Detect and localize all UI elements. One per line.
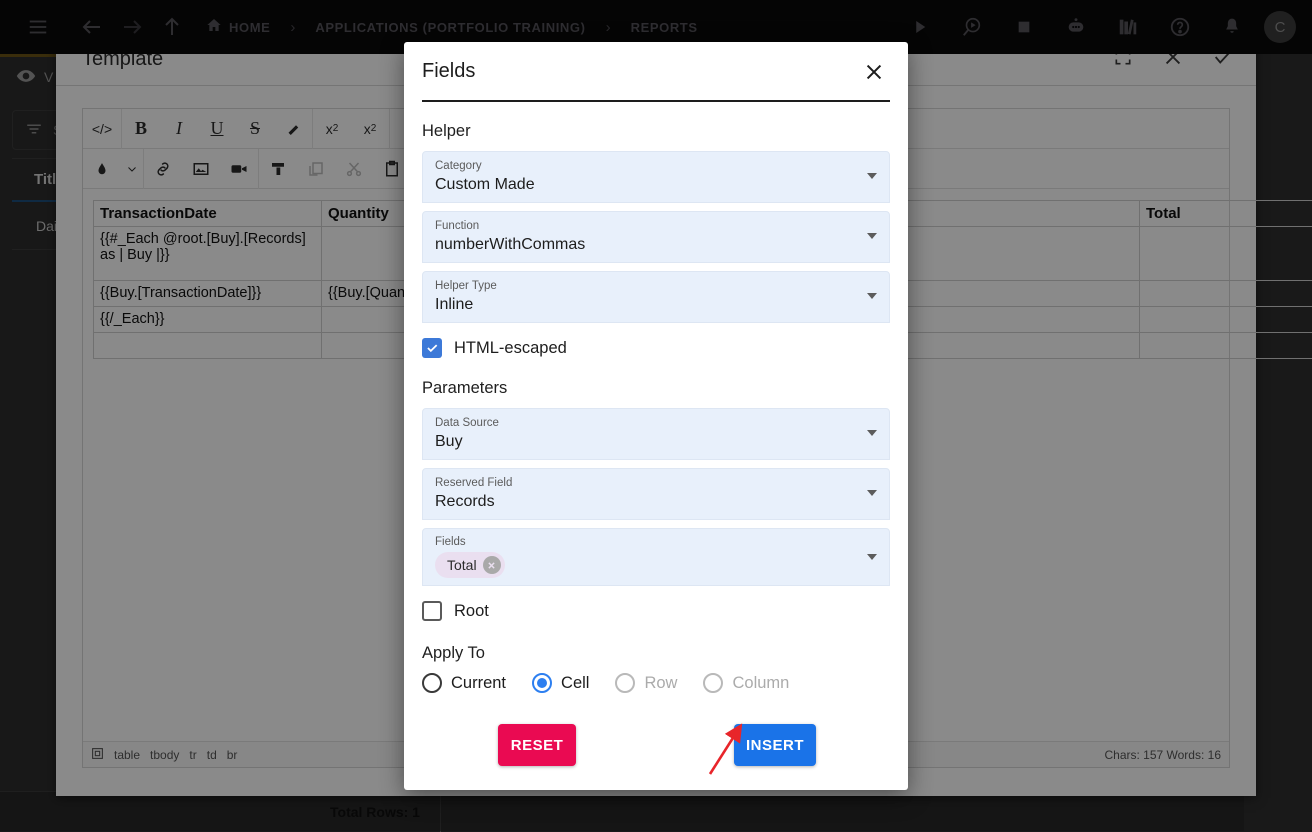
html-escaped-row[interactable]: HTML-escaped — [422, 331, 890, 365]
helper-type-label: Helper Type — [435, 279, 855, 293]
html-escaped-checkbox[interactable] — [422, 338, 442, 358]
insert-button[interactable]: INSERT — [734, 724, 816, 766]
data-source-value: Buy — [435, 430, 855, 454]
remove-chip-icon[interactable] — [483, 556, 501, 574]
field-chip-label: Total — [447, 557, 477, 573]
category-select[interactable]: Category Custom Made — [422, 151, 890, 203]
fields-label: Fields — [435, 535, 855, 549]
parameters-section-title: Parameters — [422, 379, 890, 398]
dialog-header: Fields — [422, 42, 890, 102]
apply-to-section-title: Apply To — [422, 644, 890, 663]
chevron-down-icon — [867, 490, 877, 496]
radio-cell-label: Cell — [561, 674, 589, 693]
reserved-field-select[interactable]: Reserved Field Records — [422, 468, 890, 520]
category-value: Custom Made — [435, 173, 855, 197]
helper-type-value: Inline — [435, 293, 855, 317]
function-select[interactable]: Function numberWithCommas — [422, 211, 890, 263]
data-source-select[interactable]: Data Source Buy — [422, 408, 890, 460]
chevron-down-icon — [867, 430, 877, 436]
chevron-down-icon — [867, 173, 877, 179]
fields-multiselect[interactable]: Fields Total — [422, 528, 890, 586]
radio-column-icon — [703, 673, 723, 693]
helper-type-select[interactable]: Helper Type Inline — [422, 271, 890, 323]
radio-row-label: Row — [644, 674, 677, 693]
radio-column-label: Column — [732, 674, 789, 693]
category-label: Category — [435, 159, 855, 173]
dialog-actions: RESET INSERT — [422, 724, 890, 766]
helper-section-title: Helper — [422, 122, 890, 141]
reserved-field-label: Reserved Field — [435, 476, 855, 490]
function-label: Function — [435, 219, 855, 233]
apply-to-radio-group: Current Cell Row Column — [422, 673, 890, 693]
function-value: numberWithCommas — [435, 233, 855, 257]
radio-current-label: Current — [451, 674, 506, 693]
radio-option-row: Row — [615, 673, 677, 693]
chevron-down-icon — [867, 554, 877, 560]
close-icon[interactable] — [858, 56, 890, 88]
reset-button[interactable]: RESET — [498, 724, 576, 766]
data-source-label: Data Source — [435, 416, 855, 430]
root-row[interactable]: Root — [422, 594, 890, 628]
chevron-down-icon — [867, 233, 877, 239]
radio-current-icon[interactable] — [422, 673, 442, 693]
radio-option-current[interactable]: Current — [422, 673, 506, 693]
radio-option-column: Column — [703, 673, 789, 693]
radio-option-cell[interactable]: Cell — [532, 673, 589, 693]
field-chip[interactable]: Total — [435, 552, 505, 578]
root-checkbox[interactable] — [422, 601, 442, 621]
root-label: Root — [454, 602, 489, 621]
radio-cell-icon[interactable] — [532, 673, 552, 693]
radio-row-icon — [615, 673, 635, 693]
html-escaped-label: HTML-escaped — [454, 339, 567, 358]
fields-dialog: Fields Helper Category Custom Made Funct… — [404, 42, 908, 790]
dialog-body: Helper Category Custom Made Function num… — [404, 102, 908, 788]
chevron-down-icon — [867, 293, 877, 299]
reserved-field-value: Records — [435, 490, 855, 514]
dialog-title: Fields — [422, 60, 475, 83]
